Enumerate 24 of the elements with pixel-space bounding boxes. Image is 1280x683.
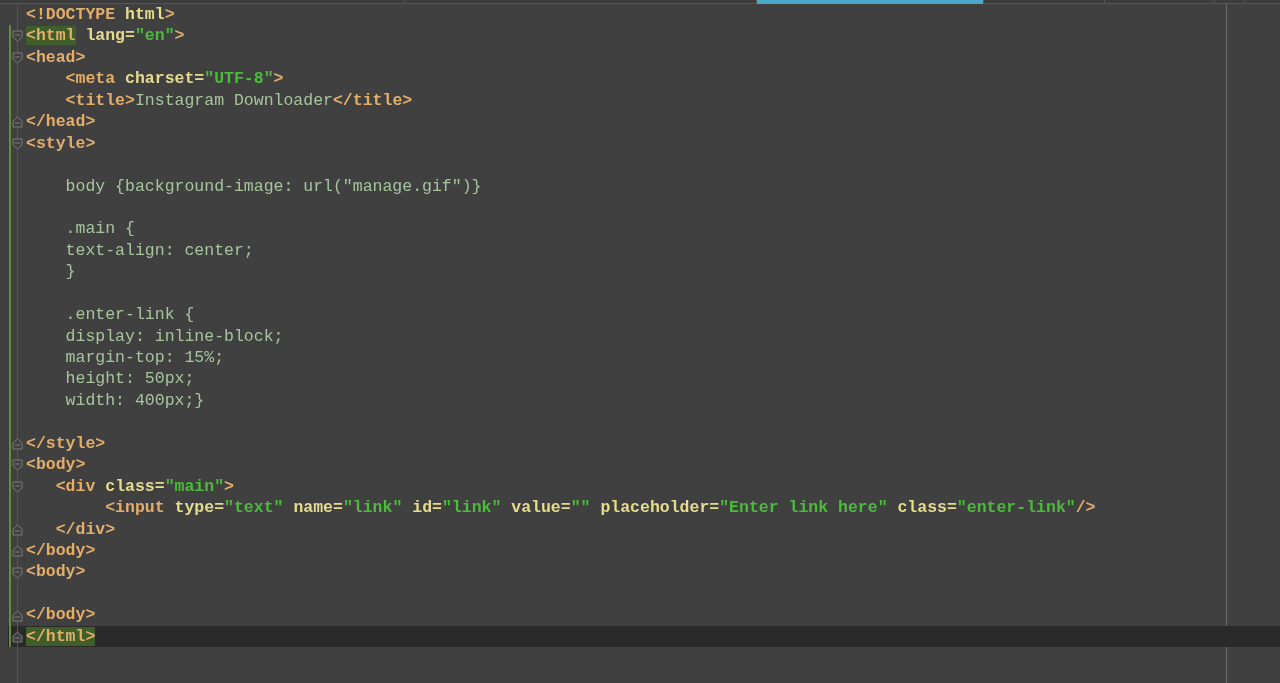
code-line: <!DOCTYPE html> bbox=[26, 4, 175, 26]
code-line: <head> bbox=[26, 46, 86, 69]
code-line: height: 50px; bbox=[65, 368, 195, 390]
code-line: </body> bbox=[26, 604, 96, 626]
code-line: display: inline-block; bbox=[65, 325, 284, 347]
code-line: <meta charset="UTF-8"> bbox=[65, 68, 284, 90]
code-line: <html lang="en"> bbox=[26, 25, 185, 47]
code-line: <body> bbox=[26, 454, 86, 476]
code-line: </head> bbox=[26, 111, 96, 133]
code-line: </body> bbox=[26, 539, 96, 562]
code-line: </style> bbox=[26, 432, 106, 455]
code-line: text-align: center; bbox=[65, 239, 254, 262]
code-line: </div> bbox=[55, 518, 116, 540]
code-line: <div class="main"> bbox=[55, 475, 234, 498]
code-line: <body> bbox=[26, 561, 86, 583]
code-line: <input type="text" name="link" id="link" value="" placeholder="Enter link here" class="enter-link"/> bbox=[105, 497, 1096, 519]
code-line: body {background-image: url("manage.gif")} bbox=[65, 175, 482, 197]
code-line: width: 400px;} bbox=[65, 389, 205, 412]
code-line: .main { bbox=[65, 218, 135, 240]
code-line: <style> bbox=[26, 132, 96, 155]
code-line: margin-top: 15%; bbox=[65, 347, 225, 369]
code-line: <title>Instagram Downloader</title> bbox=[65, 89, 413, 112]
code-line: .enter-link { bbox=[65, 304, 195, 326]
code-line: } bbox=[65, 261, 76, 283]
